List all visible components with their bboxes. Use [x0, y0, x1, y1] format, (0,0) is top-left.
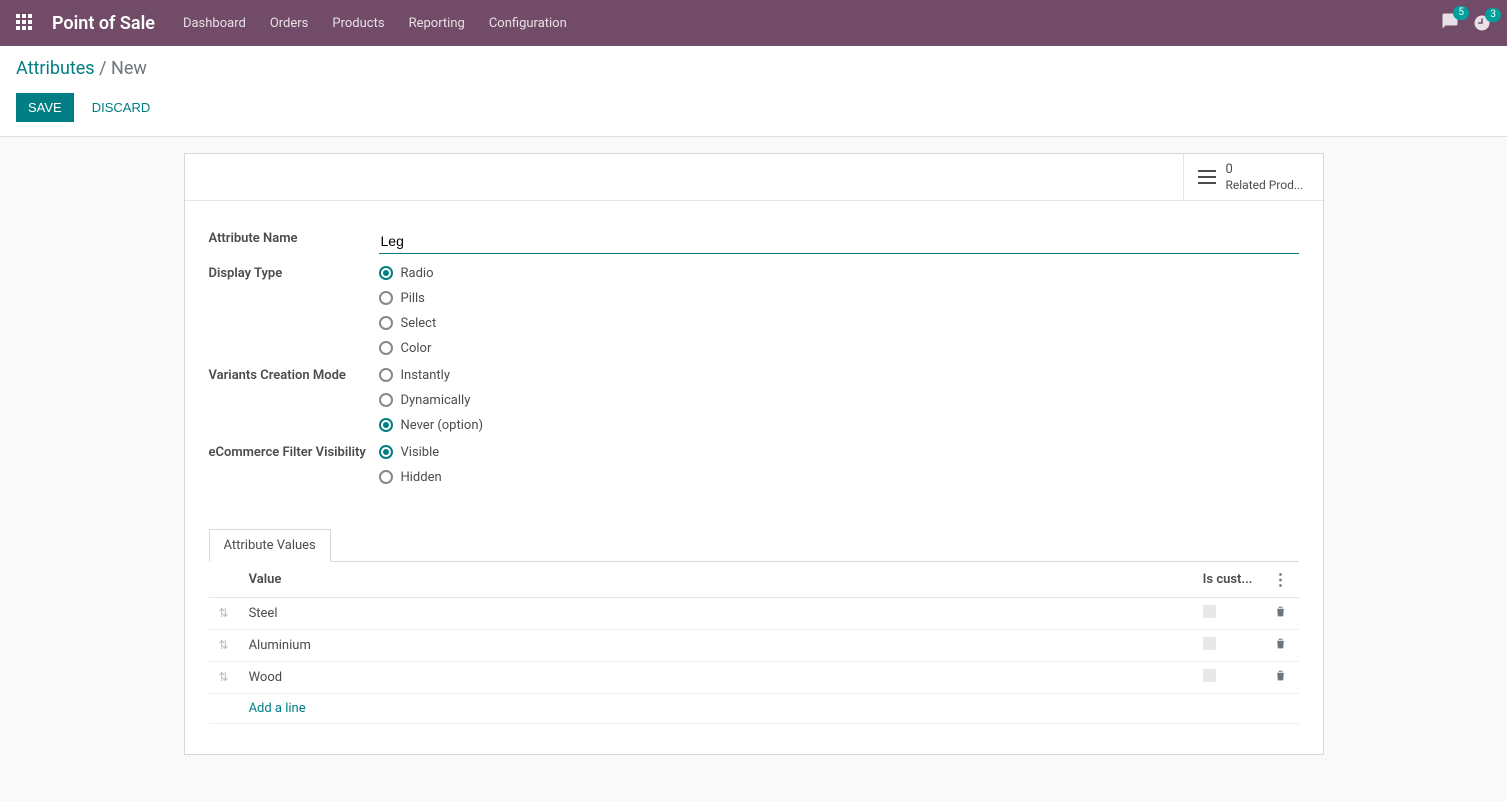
nav-right: 5 3: [1441, 12, 1491, 34]
nav-reporting[interactable]: Reporting: [409, 16, 465, 31]
action-buttons: SAVE DISCARD: [16, 93, 1491, 122]
table-row[interactable]: Wood: [209, 661, 1299, 693]
delete-icon[interactable]: [1274, 639, 1287, 654]
breadcrumb-sep: /: [99, 58, 106, 79]
radio-icon[interactable]: [379, 470, 393, 484]
value-cell[interactable]: Wood: [239, 661, 1193, 693]
ecom-visibility-option[interactable]: Visible: [379, 445, 1299, 460]
display-type-option[interactable]: Color: [379, 341, 1299, 356]
add-line-row[interactable]: Add a line: [209, 693, 1299, 723]
nav-orders[interactable]: Orders: [270, 16, 309, 31]
col-value[interactable]: Value: [239, 562, 1193, 598]
ecom-visibility-option-label: Visible: [401, 445, 440, 460]
table-row[interactable]: Steel: [209, 597, 1299, 629]
stat-text: 0 Related Prod...: [1226, 162, 1304, 192]
variants-mode-option[interactable]: Dynamically: [379, 393, 1299, 408]
ecom-visibility-label: eCommerce Filter Visibility: [209, 439, 379, 491]
radio-icon[interactable]: [379, 316, 393, 330]
attribute-values-table: Value Is cust... ⋮ SteelAluminiumWoodAdd…: [209, 562, 1299, 724]
radio-icon[interactable]: [379, 341, 393, 355]
display-type-option[interactable]: Select: [379, 316, 1299, 331]
display-type-option-label: Pills: [401, 291, 425, 306]
variants-mode-group: Instantly Dynamically Never (option): [379, 368, 1299, 433]
kebab-icon[interactable]: ⋮: [1273, 570, 1289, 589]
display-type-label: Display Type: [209, 260, 379, 362]
table-row[interactable]: Aluminium: [209, 629, 1299, 661]
radio-icon[interactable]: [379, 445, 393, 459]
col-menu[interactable]: ⋮: [1263, 562, 1299, 598]
col-handle: [209, 562, 239, 598]
ecom-visibility-group: Visible Hidden: [379, 445, 1299, 485]
form-container: 0 Related Prod... Attribute Name Display…: [0, 137, 1507, 771]
is-custom-cell[interactable]: [1193, 597, 1263, 629]
app-brand[interactable]: Point of Sale: [52, 13, 155, 34]
stat-bar: 0 Related Prod...: [185, 154, 1323, 201]
activities-badge: 3: [1485, 8, 1501, 22]
tabs: Attribute Values: [209, 529, 1299, 562]
radio-icon[interactable]: [379, 393, 393, 407]
value-cell[interactable]: Aluminium: [239, 629, 1193, 661]
list-icon: [1198, 170, 1216, 184]
add-line-label[interactable]: Add a line: [239, 693, 1193, 723]
is-custom-cell[interactable]: [1193, 661, 1263, 693]
variants-mode-option-label: Instantly: [401, 368, 451, 383]
variants-mode-label: Variants Creation Mode: [209, 362, 379, 439]
attribute-name-input[interactable]: [379, 231, 1299, 254]
radio-icon[interactable]: [379, 418, 393, 432]
checkbox-icon[interactable]: [1203, 637, 1216, 650]
discard-button[interactable]: DISCARD: [84, 93, 159, 122]
display-type-option[interactable]: Pills: [379, 291, 1299, 306]
delete-icon[interactable]: [1274, 671, 1287, 686]
display-type-option-label: Color: [401, 341, 432, 356]
delete-icon[interactable]: [1274, 607, 1287, 622]
control-panel: Attributes / New SAVE DISCARD: [0, 46, 1507, 137]
variants-mode-option[interactable]: Instantly: [379, 368, 1299, 383]
is-custom-cell[interactable]: [1193, 629, 1263, 661]
stat-count: 0: [1226, 162, 1304, 178]
nav-products[interactable]: Products: [332, 16, 384, 31]
messages-icon[interactable]: 5: [1441, 12, 1459, 34]
breadcrumb: Attributes / New: [16, 58, 1491, 79]
related-products-button[interactable]: 0 Related Prod...: [1183, 154, 1323, 200]
variants-mode-option-label: Dynamically: [401, 393, 471, 408]
breadcrumb-current: New: [111, 58, 147, 79]
col-is-custom[interactable]: Is cust...: [1193, 562, 1263, 598]
apps-icon[interactable]: [16, 14, 34, 32]
variants-mode-option-label: Never (option): [401, 418, 484, 433]
stat-label: Related Prod...: [1226, 178, 1304, 192]
variants-mode-option[interactable]: Never (option): [379, 418, 1299, 433]
checkbox-icon[interactable]: [1203, 605, 1216, 618]
display-type-option-label: Radio: [401, 266, 434, 281]
form-table: Attribute Name Display Type Radio Pills Se…: [209, 225, 1299, 491]
ecom-visibility-option[interactable]: Hidden: [379, 470, 1299, 485]
tab-attribute-values[interactable]: Attribute Values: [209, 529, 331, 562]
breadcrumb-parent[interactable]: Attributes: [16, 58, 95, 79]
checkbox-icon[interactable]: [1203, 669, 1216, 682]
display-type-option-label: Select: [401, 316, 437, 331]
nav-configuration[interactable]: Configuration: [489, 16, 567, 31]
messages-badge: 5: [1453, 6, 1469, 20]
top-nav: Point of Sale Dashboard Orders Products …: [0, 0, 1507, 46]
nav-items: Dashboard Orders Products Reporting Conf…: [183, 16, 567, 31]
form-body: Attribute Name Display Type Radio Pills Se…: [185, 201, 1323, 754]
activities-icon[interactable]: 3: [1473, 14, 1491, 32]
radio-icon[interactable]: [379, 291, 393, 305]
save-button[interactable]: SAVE: [16, 93, 74, 122]
radio-icon[interactable]: [379, 368, 393, 382]
display-type-group: Radio Pills Select Color: [379, 266, 1299, 356]
nav-dashboard[interactable]: Dashboard: [183, 16, 246, 31]
ecom-visibility-option-label: Hidden: [401, 470, 442, 485]
radio-icon[interactable]: [379, 266, 393, 280]
value-cell[interactable]: Steel: [239, 597, 1193, 629]
attribute-name-label: Attribute Name: [209, 225, 379, 260]
display-type-option[interactable]: Radio: [379, 266, 1299, 281]
form-sheet: 0 Related Prod... Attribute Name Display…: [184, 153, 1324, 755]
